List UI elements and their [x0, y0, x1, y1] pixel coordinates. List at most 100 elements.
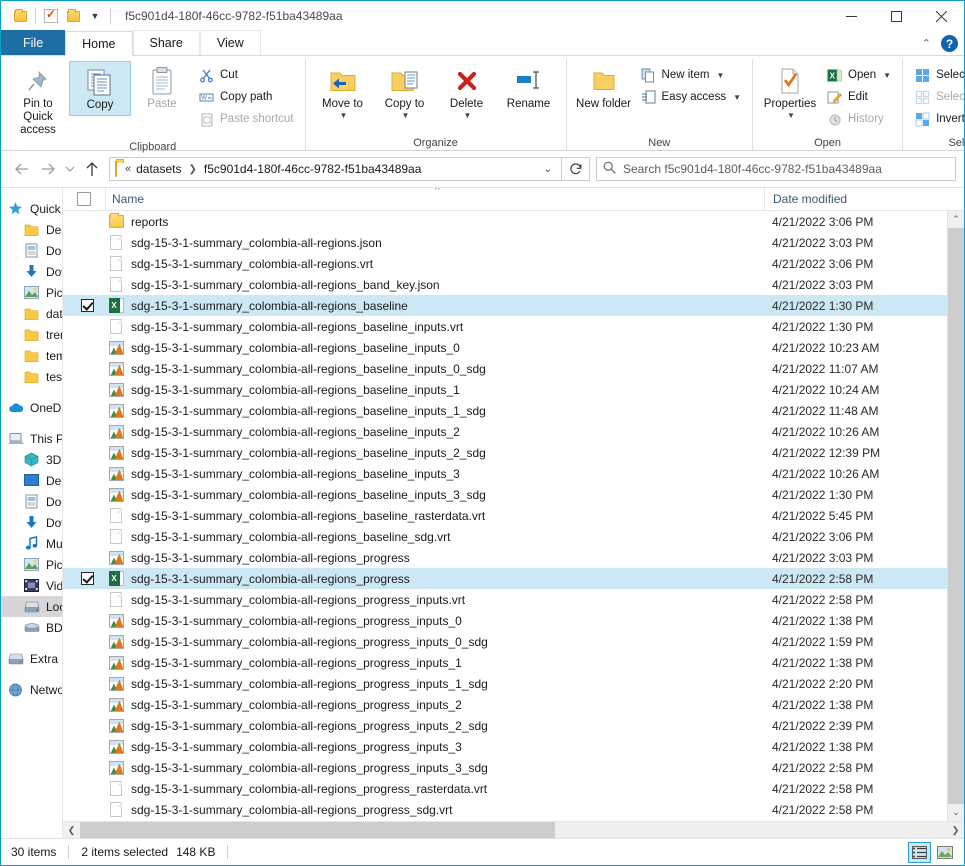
open-button[interactable]: X Open ▼ [821, 64, 896, 86]
invert-selection-button[interactable]: Invert selection [909, 108, 965, 130]
table-row[interactable]: Xsdg-15-3-1-summary_colombia-all-regions… [63, 568, 964, 589]
forward-button[interactable] [35, 156, 61, 182]
breadcrumb-item-datasets[interactable]: datasets [134, 162, 183, 176]
select-all-checkbox[interactable] [63, 192, 105, 206]
tab-view[interactable]: View [200, 30, 261, 55]
select-none-button[interactable]: Select none [909, 86, 965, 108]
copy-path-button[interactable]: W Copy path [193, 86, 299, 108]
scroll-down-button[interactable]: ⌄ [948, 804, 964, 821]
nav-item-trends-earth[interactable]: trends.earth [1, 324, 62, 345]
easy-access-chevron-down-icon[interactable]: ▼ [733, 93, 741, 102]
table-row[interactable]: sdg-15-3-1-summary_colombia-all-regions_… [63, 673, 964, 694]
tab-home[interactable]: Home [65, 31, 132, 56]
nav-item-pictures[interactable]: Pictures [1, 282, 62, 303]
row-checkbox[interactable] [63, 299, 105, 312]
nav-item-documents[interactable]: Documents [1, 491, 62, 512]
horizontal-scrollbar[interactable]: ❮ ❯ [63, 821, 964, 838]
tab-share[interactable]: Share [133, 30, 200, 55]
close-button[interactable] [919, 1, 964, 31]
nav-item-data[interactable]: data [1, 303, 62, 324]
open-chevron-down-icon[interactable]: ▼ [883, 71, 891, 80]
column-header-date-modified[interactable]: Date modified [764, 188, 944, 210]
history-button[interactable]: History [821, 108, 896, 130]
nav-item-bd-rom-drive[interactable]: BD-ROM Drive [1, 617, 62, 638]
nav-item-downloads[interactable]: Downloads [1, 512, 62, 533]
nav-item-documents[interactable]: Documents [1, 240, 62, 261]
table-row[interactable]: sdg-15-3-1-summary_colombia-all-regions_… [63, 631, 964, 652]
properties-chevron-down-icon[interactable]: ▼ [787, 111, 795, 120]
vertical-scroll-thumb[interactable] [948, 228, 964, 804]
search-input[interactable]: Search f5c901d4-180f-46cc-9782-f51ba4348… [623, 162, 882, 176]
table-row[interactable]: sdg-15-3-1-summary_colombia-all-regions_… [63, 274, 964, 295]
rename-button[interactable]: Rename [498, 61, 560, 114]
table-row[interactable]: sdg-15-3-1-summary_colombia-all-regions_… [63, 316, 964, 337]
table-row[interactable]: sdg-15-3-1-summary_colombia-all-regions_… [63, 799, 964, 820]
vertical-scrollbar[interactable]: ⌃ ⌄ [947, 211, 964, 821]
move-to-button[interactable]: Move to ▼ [312, 61, 374, 123]
file-list[interactable]: reports4/21/2022 3:06 PMsdg-15-3-1-summa… [63, 211, 964, 821]
scroll-up-button[interactable]: ⌃ [948, 211, 964, 228]
table-row[interactable]: sdg-15-3-1-summary_colombia-all-regions_… [63, 337, 964, 358]
nav-item-extra[interactable]: Extra [1, 648, 62, 669]
table-row[interactable]: sdg-15-3-1-summary_colombia-all-regions_… [63, 778, 964, 799]
properties-button[interactable]: Properties ▼ [759, 61, 821, 123]
move-to-chevron-down-icon[interactable]: ▼ [340, 111, 348, 120]
nav-item-desktop[interactable]: Desktop [1, 470, 62, 491]
column-header-name[interactable]: Name ^ [105, 188, 764, 210]
table-row[interactable]: sdg-15-3-1-summary_colombia-all-regions_… [63, 694, 964, 715]
nav-item-music[interactable]: Music [1, 533, 62, 554]
horizontal-scroll-thumb[interactable] [80, 822, 555, 838]
nav-item-tests[interactable]: tests [1, 366, 62, 387]
qat-folder-icon[interactable] [9, 5, 31, 27]
paste-button[interactable]: Paste [131, 61, 193, 114]
table-row[interactable]: sdg-15-3-1-summary_colombia-all-regions_… [63, 736, 964, 757]
qat-new-folder-icon[interactable] [62, 5, 84, 27]
table-row[interactable]: sdg-15-3-1-summary_colombia-all-regions.… [63, 232, 964, 253]
breadcrumb-bar[interactable]: « datasets ❯ f5c901d4-180f-46cc-9782-f51… [109, 157, 562, 181]
nav-item-3d-objects[interactable]: 3D Objects [1, 449, 62, 470]
minimize-button[interactable] [829, 1, 874, 31]
delete-button[interactable]: Delete ▼ [436, 61, 498, 123]
nav-item-desktop[interactable]: Desktop [1, 219, 62, 240]
nav-item-local-disk-c[interactable]: Local Disk (C:) [1, 596, 62, 617]
cut-button[interactable]: Cut [193, 64, 299, 86]
breadcrumb-dropdown-chevron-down-icon[interactable]: ⌄ [537, 164, 559, 175]
paste-shortcut-button[interactable]: Paste shortcut [193, 108, 299, 130]
nav-item-pictures[interactable]: Pictures [1, 554, 62, 575]
help-icon[interactable]: ? [941, 35, 958, 52]
table-row[interactable]: sdg-15-3-1-summary_colombia-all-regions_… [63, 379, 964, 400]
table-row[interactable]: Xsdg-15-3-1-summary_colombia-all-regions… [63, 295, 964, 316]
edit-button[interactable]: Edit [821, 86, 896, 108]
select-all-button[interactable]: Select all [909, 64, 965, 86]
table-row[interactable]: sdg-15-3-1-summary_colombia-all-regions_… [63, 526, 964, 547]
pin-to-quick-access-button[interactable]: Pin to Quick access [7, 61, 69, 141]
row-checkbox[interactable] [63, 572, 105, 585]
table-row[interactable]: sdg-15-3-1-summary_colombia-all-regions_… [63, 757, 964, 778]
table-row[interactable]: sdg-15-3-1-summary_colombia-all-regions_… [63, 610, 964, 631]
table-row[interactable]: sdg-15-3-1-summary_colombia-all-regions_… [63, 547, 964, 568]
table-row[interactable]: reports4/21/2022 3:06 PM [63, 211, 964, 232]
qat-properties-checkbox-icon[interactable] [40, 5, 62, 27]
table-row[interactable]: sdg-15-3-1-summary_colombia-all-regions_… [63, 358, 964, 379]
back-button[interactable] [9, 156, 35, 182]
qat-customize-chevron-down-icon[interactable]: ▼ [84, 5, 106, 27]
nav-item-quick-access[interactable]: Quick access [1, 198, 62, 219]
breadcrumb-overflow-icon[interactable]: « [122, 163, 134, 175]
horizontal-scroll-track[interactable] [555, 822, 947, 838]
details-view-button[interactable] [908, 842, 931, 863]
table-row[interactable]: sdg-15-3-1-summary_colombia-all-regions_… [63, 589, 964, 610]
table-row[interactable]: sdg-15-3-1-summary_colombia-all-regions_… [63, 463, 964, 484]
tab-file[interactable]: File [1, 30, 65, 55]
table-row[interactable]: sdg-15-3-1-summary_colombia-all-regions_… [63, 442, 964, 463]
table-row[interactable]: sdg-15-3-1-summary_colombia-all-regions.… [63, 253, 964, 274]
nav-item-this-pc[interactable]: This PC [1, 428, 62, 449]
up-button[interactable] [79, 156, 105, 182]
nav-item-temp[interactable]: temp [1, 345, 62, 366]
breadcrumb-item-current[interactable]: f5c901d4-180f-46cc-9782-f51ba43489aa [202, 162, 424, 176]
refresh-button[interactable] [562, 157, 590, 181]
collapse-ribbon-chevron-up-icon[interactable]: ⌃ [922, 37, 931, 50]
search-box[interactable]: Search f5c901d4-180f-46cc-9782-f51ba4348… [596, 157, 956, 181]
nav-item-videos[interactable]: Videos [1, 575, 62, 596]
new-folder-button[interactable]: New folder [573, 61, 635, 114]
scroll-right-button[interactable]: ❯ [947, 822, 964, 838]
